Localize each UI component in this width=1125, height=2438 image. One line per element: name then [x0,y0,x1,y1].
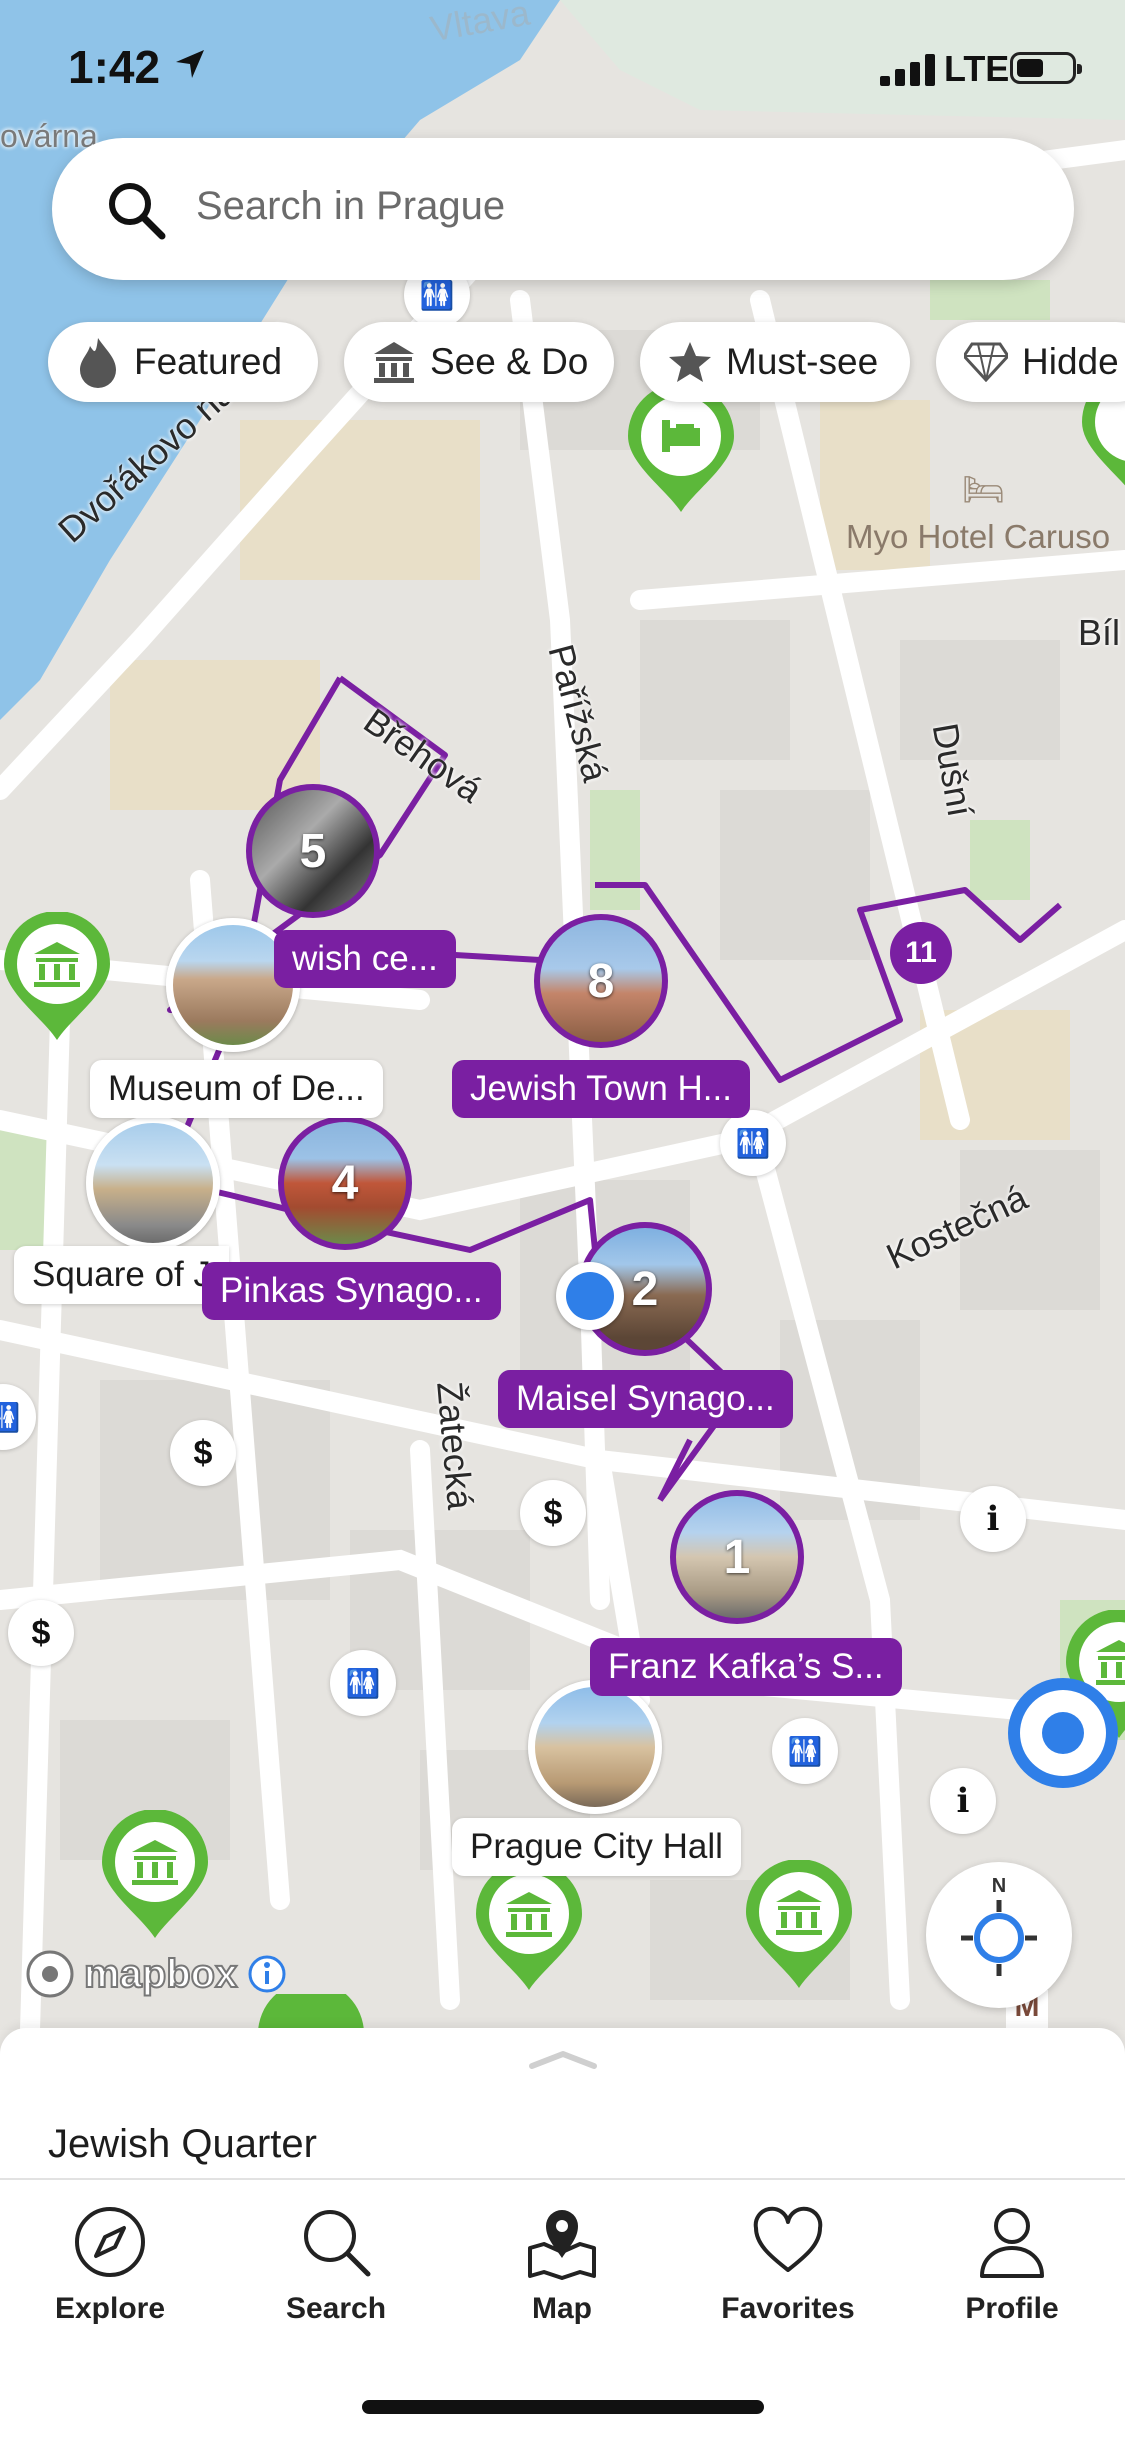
chip-label: Hidde [1022,341,1119,382]
bottom-sheet[interactable]: Jewish Quarter [0,2028,1125,2178]
search-input[interactable]: Search in Prague [196,184,505,229]
search-bar[interactable]: Search in Prague [52,138,1074,280]
tab-label: Favorites [721,2292,855,2325]
stop-label[interactable]: wish ce... [274,930,456,988]
stop-number: 8 [587,954,615,1008]
heart-icon [753,2206,823,2272]
chip-must-see[interactable]: Must-see [640,322,910,402]
route-stop-8[interactable]: 8 [534,914,668,1048]
stop-number: 11 [905,936,937,969]
tab-search[interactable]: Search [226,2204,446,2326]
place-city-hall-photo[interactable] [528,1680,662,1814]
museum-pin-icon[interactable] [2,911,112,1047]
compass-icon [75,2207,145,2277]
location-arrow-icon [176,50,204,78]
atm-icon[interactable]: $ [8,1600,74,1666]
atm-icon[interactable]: $ [520,1480,586,1546]
search-icon [304,2210,371,2277]
museum-icon [374,342,414,383]
location-marker-icon[interactable] [1008,1678,1118,1788]
stop-number: 1 [723,1530,751,1584]
battery-icon [1010,52,1082,84]
tab-explore[interactable]: Explore [0,2204,220,2326]
status-bar: 1:42 LTE [0,0,1125,130]
place-label[interactable]: Square of J [14,1246,229,1304]
place-label[interactable]: Prague City Hall [452,1818,741,1876]
map-pin-icon [528,2210,596,2280]
chip-see-do[interactable]: See & Do [344,322,614,402]
restroom-icon[interactable]: 🚻 [772,1718,838,1784]
place-square-photo[interactable] [86,1116,220,1250]
info-icon[interactable]: i [960,1486,1026,1552]
tab-bar: Explore Search Map Favorites Profile [0,2178,1125,2438]
mapbox-attribution[interactable]: mapbox [24,1948,287,2000]
mapbox-wordmark: mapbox [83,1951,238,1997]
stop-label[interactable]: Pinkas Synago... [202,1262,501,1320]
museum-pin-icon[interactable] [744,1859,854,1995]
chip-label: Featured [134,341,283,382]
chip-label: Must-see [726,341,879,382]
crosshair-icon: N [961,1875,1037,1976]
stop-label[interactable]: Jewish Town H... [452,1060,750,1118]
route-stop-1[interactable]: 1 [670,1490,804,1624]
restroom-icon[interactable]: 🚻 [720,1110,786,1176]
place-label[interactable]: Museum of De... [90,1060,383,1118]
network-label: LTE [944,48,1010,89]
restroom-icon[interactable]: 🚻 [330,1650,396,1716]
sheet-handle-icon[interactable] [528,2048,598,2070]
museum-pin-icon[interactable] [100,1809,210,1945]
hotel-bed-icon: 🛏 [962,471,1006,509]
home-indicator [362,2400,764,2414]
star-icon [669,342,711,382]
hotel-pin-icon[interactable] [626,383,736,519]
atm-icon[interactable]: $ [170,1420,236,1486]
recenter-button[interactable]: N [926,1862,1072,2008]
route-stop-11[interactable]: 11 [890,922,952,984]
map-view[interactable]: Dvořákovo nábřeží Břehová Pařížská Dušní… [0,0,1125,2030]
info-icon[interactable] [247,1954,287,1994]
museum-pin-icon[interactable] [474,1861,584,1997]
svg-text:N: N [992,1875,1006,1897]
chip-featured[interactable]: Featured [48,322,318,402]
flame-icon [80,338,116,388]
stop-number: 5 [299,824,327,878]
tab-favorites[interactable]: Favorites [678,2204,898,2326]
diamond-icon [964,342,1008,382]
status-time: 1:42 [68,41,161,93]
mapbox-logo-icon [26,1950,74,1998]
tab-profile[interactable]: Profile [902,2204,1122,2326]
tab-label: Explore [54,2292,166,2325]
signal-icon [880,54,935,86]
tab-label: Profile [965,2292,1059,2325]
chip-label: See & Do [430,341,589,382]
hotel-label[interactable]: Myo Hotel Caruso [846,518,1110,556]
stop-number: 4 [331,1156,359,1210]
chip-hidden[interactable]: Hidde [936,322,1125,402]
route-stop-5[interactable]: 5 [246,784,380,918]
stop-label[interactable]: Franz Kafka’s S... [590,1638,902,1696]
user-location-dot [556,1262,624,1330]
route-stop-4[interactable]: 4 [278,1116,412,1250]
stop-label[interactable]: Maisel Synago... [498,1370,793,1428]
tab-map[interactable]: Map [452,2204,672,2326]
info-icon[interactable]: i [930,1768,996,1834]
search-icon [109,183,166,240]
street-label: Bíl [1078,612,1121,653]
tab-label: Search [285,2292,387,2325]
tab-label: Map [532,2292,592,2325]
sheet-title: Jewish Quarter [48,2122,317,2166]
person-icon [980,2208,1044,2278]
